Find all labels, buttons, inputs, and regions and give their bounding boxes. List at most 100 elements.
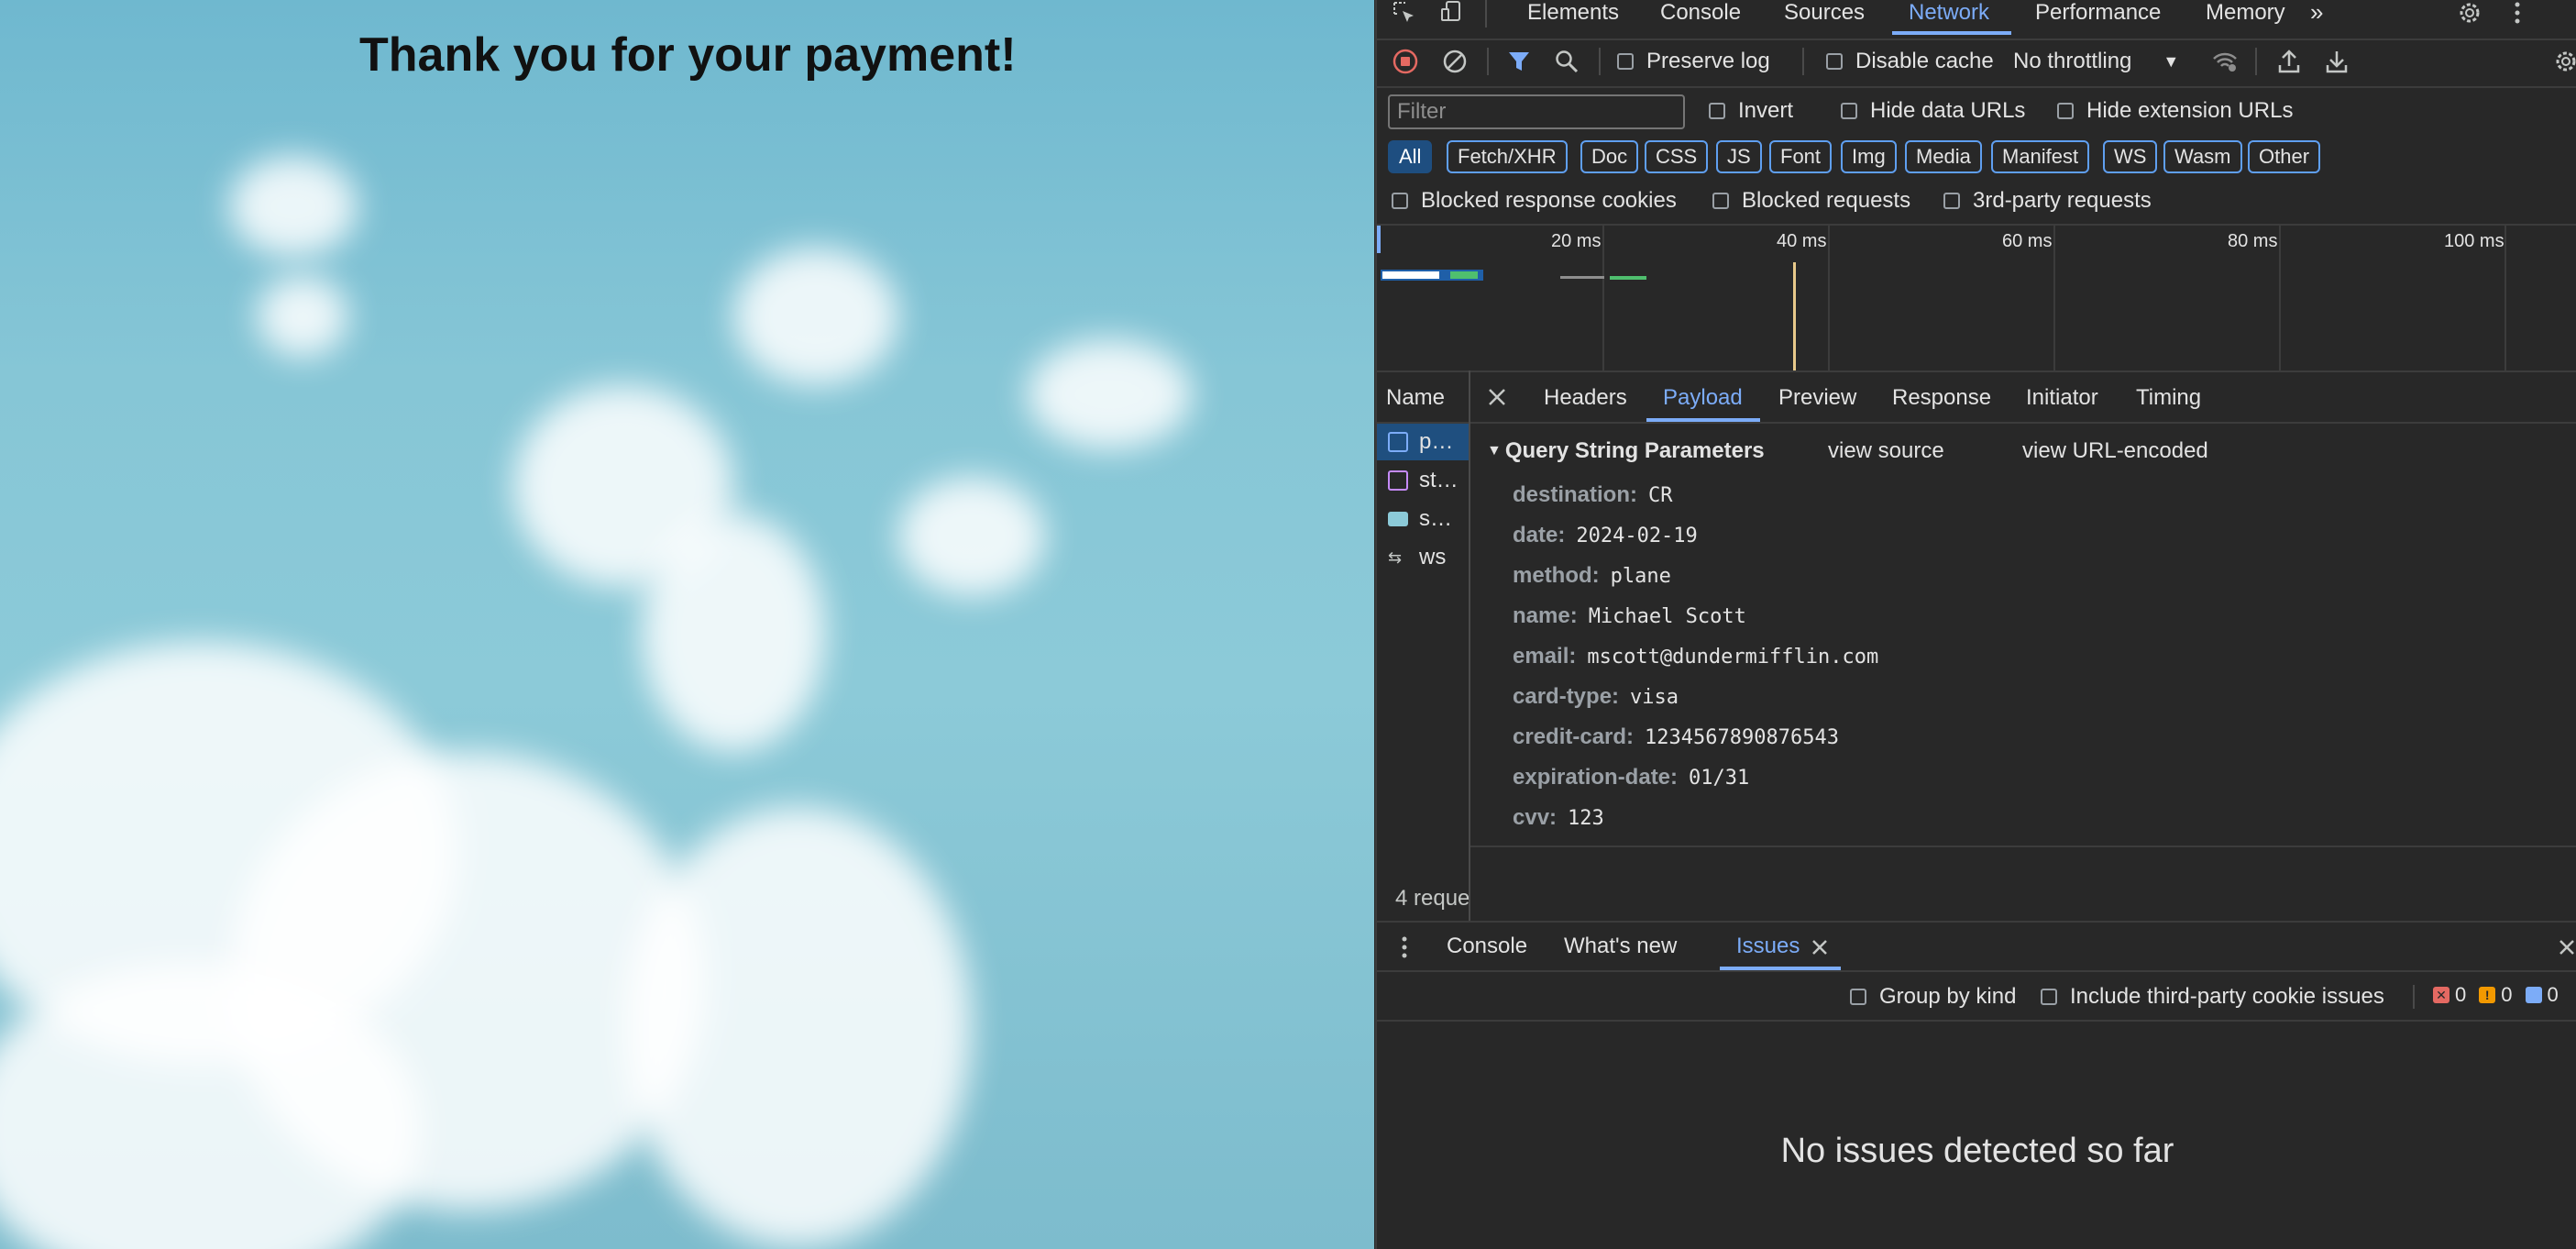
settings-icon[interactable]: [2455, 0, 2484, 26]
request-row-payment[interactable]: p…: [1377, 424, 1469, 460]
filter-chip-css[interactable]: CSS: [1645, 140, 1709, 173]
filter-chip-all[interactable]: All: [1388, 140, 1433, 173]
network-settings-icon[interactable]: [2552, 48, 2576, 75]
drawer-tabbar: [1377, 923, 2576, 970]
preserve-log-checkbox[interactable]: Preserve log: [1617, 48, 1770, 75]
view-source-link[interactable]: view source: [1828, 438, 1944, 464]
more-tabs-icon[interactable]: »: [2310, 0, 2323, 27]
websocket-icon: ⇆: [1388, 548, 1403, 567]
devtools-panel: Elements Console Sources Network Perform…: [1375, 0, 2576, 1249]
tab-performance[interactable]: Performance: [2035, 0, 2161, 26]
hide-extension-urls-checkbox[interactable]: Hide extension URLs: [2057, 97, 2293, 125]
view-url-encoded-link[interactable]: view URL-encoded: [2022, 438, 2208, 464]
hide-data-urls-label: Hide data URLs: [1870, 98, 2026, 123]
tab-response[interactable]: Response: [1892, 385, 1991, 411]
tab-memory[interactable]: Memory: [2206, 0, 2285, 26]
request-name: st…: [1419, 468, 1459, 492]
inspect-element-icon[interactable]: [1390, 0, 1419, 26]
drawer-tab-console[interactable]: Console: [1447, 934, 1527, 959]
tab-headers[interactable]: Headers: [1544, 385, 1627, 411]
info-count: 0: [2547, 983, 2559, 1006]
device-toolbar-icon[interactable]: [1437, 0, 1467, 26]
network-conditions-icon[interactable]: [2211, 48, 2239, 75]
hide-data-urls-checkbox[interactable]: Hide data URLs: [1841, 97, 2025, 125]
tab-initiator[interactable]: Initiator: [2026, 385, 2098, 411]
param-row: card-type: visa: [1513, 684, 1679, 710]
tab-timing[interactable]: Timing: [2136, 385, 2201, 411]
param-key: destination:: [1513, 482, 1637, 507]
filter-chip-manifest[interactable]: Manifest: [1991, 140, 2090, 173]
request-row-image[interactable]: s…: [1377, 501, 1469, 537]
tab-preview[interactable]: Preview: [1778, 385, 1856, 411]
export-har-icon[interactable]: [2323, 48, 2350, 75]
kebab-menu-icon[interactable]: [2506, 0, 2528, 26]
param-value: Michael Scott: [1588, 605, 1746, 628]
request-name: s…: [1419, 506, 1452, 531]
drawer-tab-whats-new[interactable]: What's new: [1564, 934, 1677, 959]
filter-chip-doc[interactable]: Doc: [1580, 140, 1639, 173]
warning-count: 0: [2501, 983, 2513, 1006]
filter-input[interactable]: [1388, 94, 1685, 129]
import-har-icon[interactable]: [2275, 48, 2303, 75]
drawer-tab-issues[interactable]: Issues: [1736, 934, 1800, 959]
param-value: mscott@dundermifflin.com: [1587, 646, 1879, 669]
filter-chip-ws[interactable]: WS: [2103, 140, 2158, 173]
filter-chip-img[interactable]: Img: [1841, 140, 1897, 173]
close-detail-icon[interactable]: [1483, 383, 1511, 411]
param-key: card-type:: [1513, 684, 1620, 709]
timeline-bar-image: [1610, 276, 1646, 280]
filter-chip-fetch-xhr[interactable]: Fetch/XHR: [1447, 140, 1568, 173]
request-summary: 4 reque: [1395, 886, 1469, 911]
request-row-websocket[interactable]: ⇆ ws: [1377, 539, 1469, 576]
include-third-party-checkbox[interactable]: Include third-party cookie issues: [2041, 983, 2384, 1011]
param-row: destination: CR: [1513, 482, 1673, 508]
disable-cache-label: Disable cache: [1855, 49, 1994, 73]
param-key: credit-card:: [1513, 724, 1635, 749]
error-icon: ✕: [2433, 987, 2449, 1003]
request-row-stylesheet[interactable]: st…: [1377, 462, 1469, 499]
param-row: expiration-date: 01/31: [1513, 765, 1749, 790]
tab-sources[interactable]: Sources: [1784, 0, 1865, 26]
throttling-value: No throttling: [2013, 49, 2132, 73]
stop-recording-icon[interactable]: [1392, 48, 1419, 75]
tab-payload[interactable]: Payload: [1663, 385, 1743, 411]
third-party-requests-label: 3rd-party requests: [1973, 188, 2152, 213]
filter-chip-font[interactable]: Font: [1769, 140, 1833, 173]
disable-cache-checkbox[interactable]: Disable cache: [1826, 48, 1994, 75]
filter-chip-wasm[interactable]: Wasm: [2163, 140, 2242, 173]
issue-counts[interactable]: ✕ 0 ! 0 0: [2433, 983, 2559, 1007]
active-tab-underline: [1892, 31, 2011, 35]
param-key: date:: [1513, 523, 1566, 547]
timeline-tick-20ms: 20 ms: [1551, 231, 1602, 251]
third-party-requests-checkbox[interactable]: 3rd-party requests: [1943, 187, 2152, 215]
param-key: email:: [1513, 644, 1577, 669]
tab-network[interactable]: Network: [1909, 0, 1989, 26]
tab-elements[interactable]: Elements: [1527, 0, 1619, 26]
group-by-kind-checkbox[interactable]: Group by kind: [1850, 983, 2016, 1011]
hide-extension-urls-label: Hide extension URLs: [2086, 98, 2294, 123]
close-drawer-icon[interactable]: [2556, 934, 2576, 961]
group-by-kind-label: Group by kind: [1879, 984, 2017, 1009]
clear-icon[interactable]: [1441, 48, 1469, 75]
throttling-select[interactable]: No throttling ▼: [2013, 48, 2179, 75]
tab-console[interactable]: Console: [1660, 0, 1741, 26]
drawer-menu-icon[interactable]: [1397, 932, 1412, 963]
request-list-header[interactable]: Name: [1386, 385, 1445, 411]
filter-chip-js[interactable]: JS: [1716, 140, 1762, 173]
invert-checkbox[interactable]: Invert: [1709, 97, 1793, 125]
param-value: plane: [1610, 565, 1671, 588]
close-issues-tab-icon[interactable]: [1808, 934, 1832, 961]
search-icon[interactable]: [1553, 48, 1580, 75]
blocked-cookies-checkbox[interactable]: Blocked response cookies: [1392, 187, 1677, 215]
filter-chip-media[interactable]: Media: [1905, 140, 1982, 173]
filter-chip-other[interactable]: Other: [2248, 140, 2321, 173]
timeline-tick-80ms: 80 ms: [2228, 231, 2278, 251]
blocked-requests-checkbox[interactable]: Blocked requests: [1712, 187, 1910, 215]
filter-icon[interactable]: [1505, 48, 1533, 75]
param-key: name:: [1513, 603, 1578, 628]
info-icon: [2525, 987, 2542, 1003]
request-name: ws: [1419, 545, 1447, 569]
timeline-bar-document-fill: [1382, 271, 1439, 279]
query-string-section-header[interactable]: ▼ Query String Parameters: [1487, 438, 1765, 464]
timeline-selection-handle[interactable]: [1377, 226, 1381, 253]
